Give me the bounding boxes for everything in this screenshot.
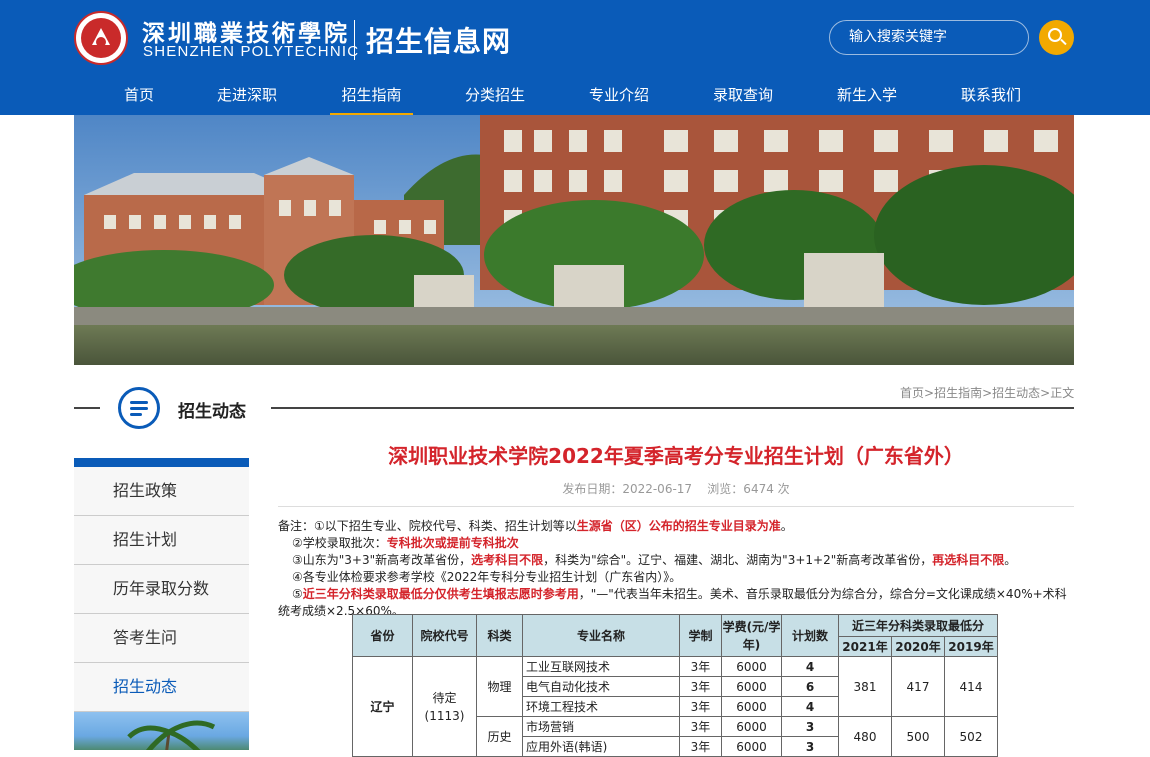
th-major: 专业名称 [522, 614, 680, 657]
cell-category: 历史 [476, 716, 523, 757]
logo-emblem [81, 18, 121, 58]
article-meta: 发布日期：2022-06-17 浏览：6474 次 [562, 482, 790, 496]
cell-score-2020: 417 [891, 656, 945, 717]
breadcrumb-news[interactable]: 招生动态 [992, 386, 1040, 400]
th-fee: 学费(元/学年) [721, 614, 782, 657]
sidebar-item-plan[interactable]: 招生计划 [74, 516, 249, 565]
nav-item-home[interactable]: 首页 [114, 76, 164, 115]
search-button[interactable] [1039, 20, 1074, 55]
sidebar: 招生政策 招生计划 历年录取分数 答考生问 招生动态 [74, 458, 249, 750]
cell-fee: 6000 [721, 676, 782, 697]
th-recent-scores: 近三年分科类录取最低分 [838, 614, 998, 637]
cell-score-2021: 480 [838, 716, 892, 757]
cell-fee: 6000 [721, 716, 782, 737]
nav-item-categories[interactable]: 分类招生 [462, 76, 528, 115]
school-logo[interactable] [74, 11, 128, 65]
cell-plan: 3 [781, 736, 839, 757]
note-3: ③山东为"3+3"新高考改革省份，选考科目不限，科类为"综合"。辽宁、福建、湖北… [292, 553, 1017, 567]
sidebar-photo [74, 712, 249, 750]
cell-major: 电气自动化技术 [522, 676, 680, 697]
article-title: 深圳职业技术学院2022年夏季高考分专业招生计划（广东省外） [388, 444, 964, 468]
breadcrumb: 首页>招生指南>招生动态>正文 [900, 384, 1075, 401]
sidebar-item-faq[interactable]: 答考生问 [74, 614, 249, 663]
cell-fee: 6000 [721, 736, 782, 757]
cell-major: 市场营销 [522, 716, 680, 737]
nav-item-majors[interactable]: 专业介绍 [586, 76, 652, 115]
nav-item-guide[interactable]: 招生指南 [330, 76, 413, 115]
th-2019: 2019年 [944, 636, 998, 657]
menu-list-icon [118, 387, 160, 429]
th-duration: 学制 [679, 614, 722, 657]
cell-category: 物理 [476, 656, 523, 717]
palm-photo [127, 720, 216, 750]
cell-code: 待定 (1113) [412, 656, 477, 757]
note-4: ④各专业体检要求参考学校《2022年专科分专业招生计划（广东省内）》。 [292, 570, 682, 584]
cell-fee: 6000 [721, 696, 782, 717]
cell-plan: 3 [781, 716, 839, 737]
nav-item-about[interactable]: 走进深职 [214, 76, 280, 115]
section-rule-right [271, 407, 1074, 409]
note-1: 备注：①以下招生专业、院校代号、科类、招生计划等以生源省（区）公布的招生专业目录… [278, 519, 793, 533]
meta-divider [278, 506, 1074, 507]
section-rule-left [74, 407, 100, 409]
nav-item-freshmen[interactable]: 新生入学 [834, 76, 900, 115]
th-2020: 2020年 [891, 636, 945, 657]
cell-duration: 3年 [679, 656, 722, 677]
header-divider [354, 20, 355, 60]
cell-score-2019: 414 [944, 656, 998, 717]
sidebar-item-scores[interactable]: 历年录取分数 [74, 565, 249, 614]
cell-major: 环境工程技术 [522, 696, 680, 717]
cell-duration: 3年 [679, 696, 722, 717]
campus-banner [74, 115, 1074, 365]
breadcrumb-home[interactable]: 首页 [900, 386, 924, 400]
note-2: ②学校录取批次：专科批次或提前专科批次 [292, 536, 519, 550]
sidebar-item-news[interactable]: 招生动态 [74, 663, 249, 712]
th-province: 省份 [352, 614, 413, 657]
article-notes: 备注：①以下招生专业、院校代号、科类、招生计划等以生源省（区）公布的招生专业目录… [278, 518, 1074, 620]
school-name-en: SHENZHEN POLYTECHNIC [143, 43, 360, 60]
main-nav: 首页 走进深职 招生指南 分类招生 专业介绍 录取查询 新生入学 联系我们 [74, 76, 1074, 115]
th-2021: 2021年 [838, 636, 892, 657]
section-header: 招生动态 首页>招生指南>招生动态>正文 [74, 384, 1075, 429]
cell-major: 工业互联网技术 [522, 656, 680, 677]
site-header: 深圳職業技術學院 SHENZHEN POLYTECHNIC 招生信息网 输入搜索… [0, 0, 1150, 115]
search-input[interactable]: 输入搜索关键字 [829, 20, 1029, 55]
breadcrumb-current: 正文 [1050, 386, 1075, 400]
campus-photo [74, 115, 1074, 365]
enrollment-plan-table: 省份 院校代号 科类 专业名称 学制 学费(元/学年) 计划数 近三年分科类录取… [352, 614, 998, 757]
cell-province: 辽宁 [352, 656, 413, 757]
cell-duration: 3年 [679, 716, 722, 737]
th-plan: 计划数 [781, 614, 839, 657]
cell-score-2020: 500 [891, 716, 945, 757]
cell-major: 应用外语(韩语) [522, 736, 680, 757]
cell-plan: 4 [781, 656, 839, 677]
th-category: 科类 [476, 614, 523, 657]
sidebar-item-policy[interactable]: 招生政策 [74, 467, 249, 516]
cell-score-2019: 502 [944, 716, 998, 757]
cell-duration: 3年 [679, 736, 722, 757]
table-row: 辽宁 待定 (1113) 物理 工业互联网技术 3年 6000 4 381 41… [352, 656, 998, 757]
nav-item-admission-query[interactable]: 录取查询 [710, 76, 776, 115]
cell-duration: 3年 [679, 676, 722, 697]
cell-plan: 6 [781, 676, 839, 697]
section-title: 招生动态 [178, 402, 246, 422]
cell-score-2021: 381 [838, 656, 892, 717]
th-code: 院校代号 [412, 614, 477, 657]
cell-fee: 6000 [721, 656, 782, 677]
nav-item-contact[interactable]: 联系我们 [958, 76, 1024, 115]
cell-plan: 4 [781, 696, 839, 717]
breadcrumb-guide[interactable]: 招生指南 [934, 386, 982, 400]
site-name: 招生信息网 [366, 25, 512, 58]
